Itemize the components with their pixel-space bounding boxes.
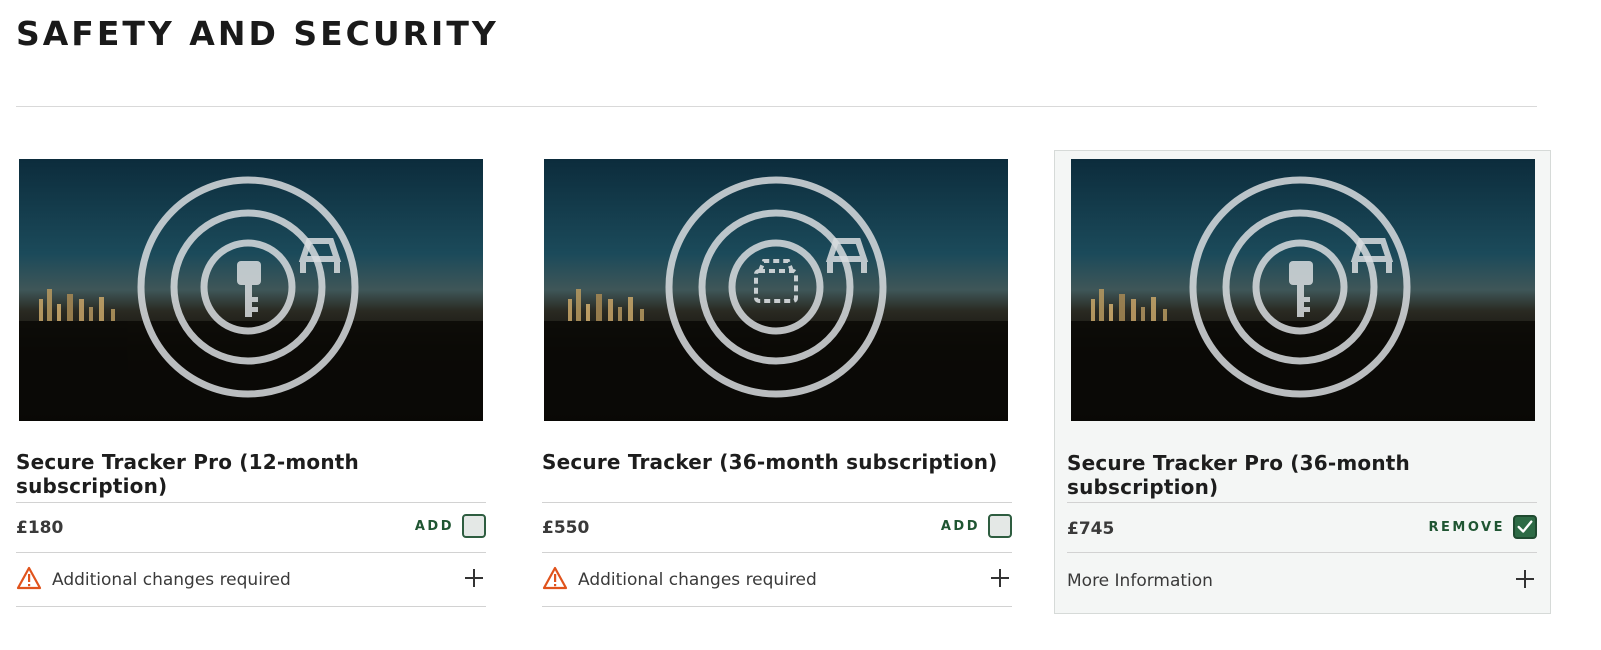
- remove-label: REMOVE: [1428, 519, 1505, 535]
- remove-button[interactable]: REMOVE: [1429, 515, 1537, 539]
- info-text: Additional changes required: [52, 570, 291, 590]
- product-image: [1071, 159, 1535, 421]
- tracker-emblem-icon: [19, 176, 483, 421]
- section-title: SAFETY AND SECURITY: [16, 14, 499, 53]
- additional-changes-row[interactable]: Additional changes required: [16, 556, 486, 608]
- product-price: £180: [16, 518, 64, 538]
- additional-changes-row[interactable]: Additional changes required: [542, 556, 1012, 608]
- checkmark-icon: [1517, 520, 1533, 533]
- product-price: £745: [1067, 519, 1115, 539]
- divider: [542, 606, 1012, 607]
- tracker-emblem-icon: [544, 176, 1008, 421]
- divider: [542, 502, 1012, 503]
- city-lights: [544, 289, 1008, 421]
- divider: [16, 502, 486, 503]
- add-button[interactable]: ADD: [415, 514, 486, 538]
- product-image: [19, 159, 483, 421]
- plus-icon[interactable]: [990, 568, 1010, 588]
- product-card-3: Secure Tracker Pro (36-month subscriptio…: [1054, 150, 1551, 614]
- remove-checkbox[interactable]: [1513, 515, 1537, 539]
- plus-icon[interactable]: [1515, 569, 1535, 589]
- divider: [16, 552, 486, 553]
- add-checkbox[interactable]: [462, 514, 486, 538]
- info-text: Additional changes required: [578, 570, 817, 590]
- more-information-row[interactable]: More Information: [1067, 557, 1537, 609]
- add-checkbox[interactable]: [988, 514, 1012, 538]
- product-card-2: Secure Tracker (36-month subscription) £…: [542, 150, 1042, 614]
- product-price: £550: [542, 518, 590, 538]
- divider: [1067, 552, 1537, 553]
- product-title: Secure Tracker Pro (12-month subscriptio…: [16, 450, 359, 498]
- warning-icon: [542, 566, 568, 590]
- tracker-emblem-icon: [1071, 176, 1535, 421]
- section-divider: [16, 106, 1537, 107]
- product-card-1: Secure Tracker Pro (12-month subscriptio…: [16, 150, 516, 614]
- add-label: ADD: [414, 518, 454, 534]
- product-image: [544, 159, 1008, 421]
- warning-icon: [16, 566, 42, 590]
- divider: [1067, 502, 1537, 503]
- info-text: More Information: [1067, 571, 1213, 591]
- divider: [16, 606, 486, 607]
- plus-icon[interactable]: [464, 568, 484, 588]
- product-title: Secure Tracker (36-month subscription): [542, 450, 998, 474]
- product-title: Secure Tracker Pro (36-month subscriptio…: [1067, 451, 1410, 499]
- divider: [542, 552, 1012, 553]
- add-label: ADD: [940, 518, 980, 534]
- add-button[interactable]: ADD: [941, 514, 1012, 538]
